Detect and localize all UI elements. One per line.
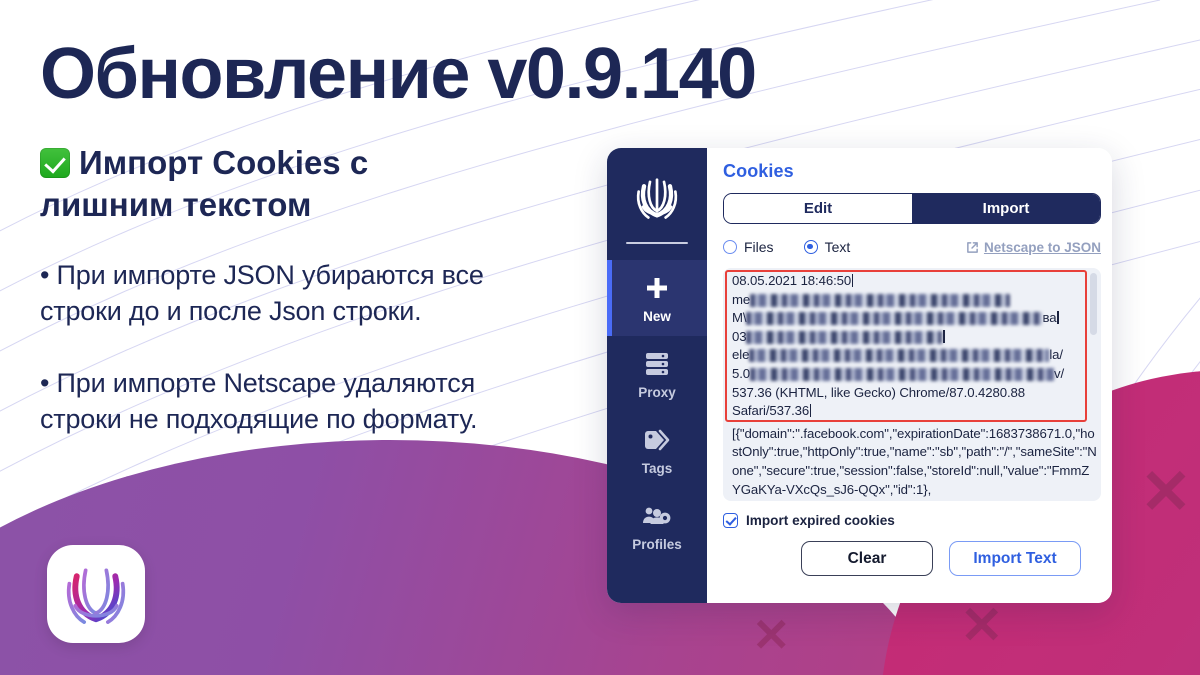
textarea-line: M\ ва — [727, 309, 1097, 328]
list-item: • При импорте JSON убираются все строки … — [40, 260, 484, 326]
textarea-line-text: 537.36 (KHTML, like Gecko) Chrome/87.0.4… — [732, 384, 1026, 400]
page-title: Обновление v0.9.140 — [40, 34, 757, 114]
clear-button[interactable]: Clear — [801, 541, 933, 576]
cookies-textarea[interactable]: 08.05.2021 18:46:50 me M\ ва 03 ele la/ — [723, 268, 1101, 501]
radio-files-dot — [723, 240, 737, 254]
redacted-text — [749, 349, 1050, 363]
textarea-line-prefix: 03 — [732, 328, 747, 344]
sidebar-item-new[interactable]: New — [607, 260, 707, 336]
server-stack-icon — [644, 349, 670, 379]
banner-stage: ✕ ✕ ✕ Обновление v0.9.140 Импорт Cookies… — [0, 0, 1200, 675]
undetectable-sidebar-logo — [607, 148, 707, 240]
textarea-line-prefix: ele — [732, 347, 750, 363]
x-mark-decoration: ✕ — [1140, 458, 1192, 527]
radio-files-label: Files — [744, 239, 774, 255]
external-link-icon — [967, 241, 978, 253]
textarea-line-prefix: 5.0 — [732, 365, 751, 381]
radio-text-label: Text — [824, 239, 851, 255]
text-caret — [1057, 311, 1059, 325]
tag-icon — [643, 425, 671, 455]
sidebar-item-profiles[interactable]: Profiles — [607, 488, 707, 564]
textarea-line-suffix: v/ — [1054, 365, 1065, 381]
redacted-text — [746, 312, 1043, 326]
text-caret — [852, 274, 854, 287]
textarea-content: 08.05.2021 18:46:50 me M\ ва 03 ele la/ — [727, 272, 1097, 499]
green-check-icon — [40, 148, 70, 178]
textarea-line: Safari/537.36 — [727, 402, 1097, 421]
textarea-json-text: [{"domain":".facebook.com","expirationDa… — [732, 425, 1097, 497]
radio-files[interactable]: Files — [723, 239, 774, 255]
sidebar-divider — [626, 242, 688, 244]
textarea-line-prefix: me — [732, 291, 751, 307]
redacted-text — [746, 330, 943, 344]
app-sidebar: New Proxy Tags Profiles — [607, 148, 707, 603]
textarea-line: 03 — [727, 328, 1097, 347]
textarea-line-prefix: M\ — [732, 310, 747, 326]
redacted-text — [750, 367, 1055, 381]
textarea-line: ele la/ — [727, 346, 1097, 365]
source-type-row: Files Text Netscape to JSON — [723, 237, 1101, 257]
radio-text-dot — [803, 240, 818, 254]
import-expired-row[interactable]: Import expired cookies — [723, 513, 1101, 528]
sidebar-item-label: Proxy — [638, 384, 676, 400]
x-mark-decoration: ✕ — [752, 609, 791, 661]
sidebar-item-tags[interactable]: Tags — [607, 412, 707, 488]
panel-actions: Clear Import Text — [723, 541, 1101, 576]
tab-edit[interactable]: Edit — [724, 194, 912, 223]
feature-subtitle-text: Импорт Cookies с лишним текстом — [40, 144, 369, 224]
textarea-line-suffix: la/ — [1049, 347, 1063, 363]
sidebar-item-label: Tags — [641, 460, 673, 476]
x-mark-decoration: ✕ — [960, 597, 1004, 655]
radio-text[interactable]: Text — [803, 239, 851, 255]
import-expired-label: Import expired cookies — [746, 513, 895, 528]
import-text-button[interactable]: Import Text — [949, 541, 1081, 576]
textarea-line-text: Safari/537.36 — [732, 403, 810, 419]
import-expired-checkbox[interactable] — [723, 513, 738, 528]
textarea-line: 08.05.2021 18:46:50 — [727, 272, 1097, 291]
textarea-line: 537.36 (KHTML, like Gecko) Chrome/87.0.4… — [727, 384, 1097, 403]
netscape-to-json-label: Netscape to JSON — [983, 239, 1101, 255]
profiles-gear-icon — [642, 501, 672, 531]
textarea-line-text: 08.05.2021 18:46:50 — [732, 273, 852, 288]
fingerprint-logo-icon — [66, 565, 126, 624]
netscape-to-json-link[interactable]: Netscape to JSON — [966, 240, 1101, 255]
feature-bullet-list: • При импорте JSON убираются все строки … — [40, 258, 560, 474]
sidebar-item-label: New — [643, 308, 671, 324]
fingerprint-icon — [636, 178, 678, 219]
textarea-line: 5.0 v/ — [727, 365, 1097, 384]
sidebar-item-proxy[interactable]: Proxy — [607, 336, 707, 412]
plus-icon — [644, 273, 670, 303]
textarea-scrollbar[interactable] — [1090, 273, 1097, 495]
sidebar-item-label: Profiles — [632, 536, 682, 552]
list-item: • При импорте Netscape удаляются строки … — [40, 367, 478, 434]
panel-title: Cookies — [723, 161, 794, 181]
cookies-import-window: New Proxy Tags Profiles Cookies Edit Imp… — [607, 148, 1112, 603]
undetectable-app-logo — [47, 545, 145, 643]
mode-tabs: Edit Import — [723, 193, 1101, 224]
cookies-panel: Cookies Edit Import Files Text Netscape … — [707, 148, 1112, 603]
feature-subtitle: Импорт Cookies с лишним текстом — [40, 142, 470, 226]
text-caret — [943, 329, 945, 343]
tab-import[interactable]: Import — [912, 194, 1100, 223]
textarea-line-suffix: ва — [1042, 310, 1057, 326]
redacted-text — [750, 293, 1011, 307]
text-caret — [810, 404, 812, 418]
textarea-line: me — [727, 291, 1097, 310]
scrollbar-thumb[interactable] — [1090, 273, 1097, 335]
